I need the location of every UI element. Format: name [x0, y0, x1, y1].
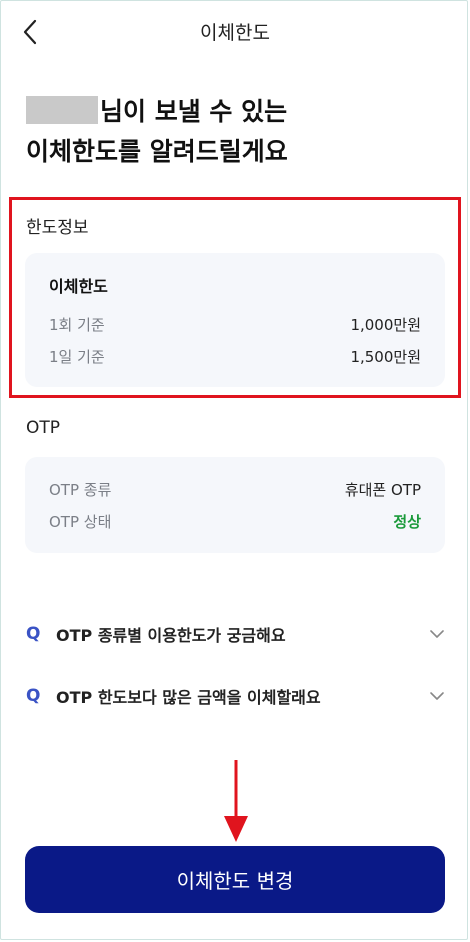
- limit-row-value: 1,000만원: [350, 315, 421, 334]
- faq-q-label: Q: [26, 686, 41, 706]
- limit-row-key: 1회 기준: [49, 315, 105, 334]
- page-title: 이체한도: [200, 22, 270, 44]
- transfer-limit-card: 이체한도 1회 기준 1,000만원 1일 기준 1,500만원: [25, 253, 445, 387]
- arrow-down-icon: [224, 760, 248, 842]
- faq-question-text: OTP 종류별 이용한도가 궁금해요: [56, 626, 286, 645]
- otp-section-label: OTP: [26, 418, 61, 438]
- limit-row-key: 1일 기준: [49, 347, 105, 366]
- change-transfer-limit-button[interactable]: 이체한도 변경: [25, 846, 445, 913]
- limit-row-per-day: 1일 기준 1,500만원: [49, 344, 421, 368]
- otp-info-card: OTP 종류 휴대폰 OTP OTP 상태 정상: [25, 457, 445, 553]
- chevron-down-icon: [428, 625, 446, 643]
- chevron-down-icon: [428, 687, 446, 705]
- limit-info-label: 한도정보: [26, 218, 89, 238]
- otp-row-type: OTP 종류 휴대폰 OTP: [49, 477, 421, 501]
- otp-row-key: OTP 상태: [49, 512, 112, 531]
- otp-status-badge: 정상: [393, 512, 421, 531]
- headline-line-1-text: 님이 보낼 수 있는: [100, 97, 288, 126]
- headline-line-2: 이체한도를 알려드릴게요: [26, 137, 288, 166]
- masked-user-name: [26, 96, 98, 124]
- limit-row-per-transaction: 1회 기준 1,000만원: [49, 312, 421, 336]
- headline-line-1: 님이 보낼 수 있는: [26, 92, 288, 132]
- limit-row-value: 1,500만원: [350, 347, 421, 366]
- faq-item-transfer-over-otp-limit[interactable]: Q OTP 한도보다 많은 금액을 이체할래요: [26, 681, 446, 711]
- faq-question-text: OTP 한도보다 많은 금액을 이체할래요: [56, 688, 321, 707]
- transfer-limit-card-title: 이체한도: [49, 277, 108, 296]
- app-header: 이체한도: [0, 0, 470, 64]
- otp-row-status: OTP 상태 정상: [49, 509, 421, 533]
- faq-item-otp-limits-by-type[interactable]: Q OTP 종류별 이용한도가 궁금해요: [26, 619, 446, 649]
- headline: 님이 보낼 수 있는 이체한도를 알려드릴게요: [26, 92, 288, 172]
- otp-row-value: 휴대폰 OTP: [344, 480, 421, 499]
- faq-q-label: Q: [26, 624, 41, 644]
- otp-row-key: OTP 종류: [49, 480, 112, 499]
